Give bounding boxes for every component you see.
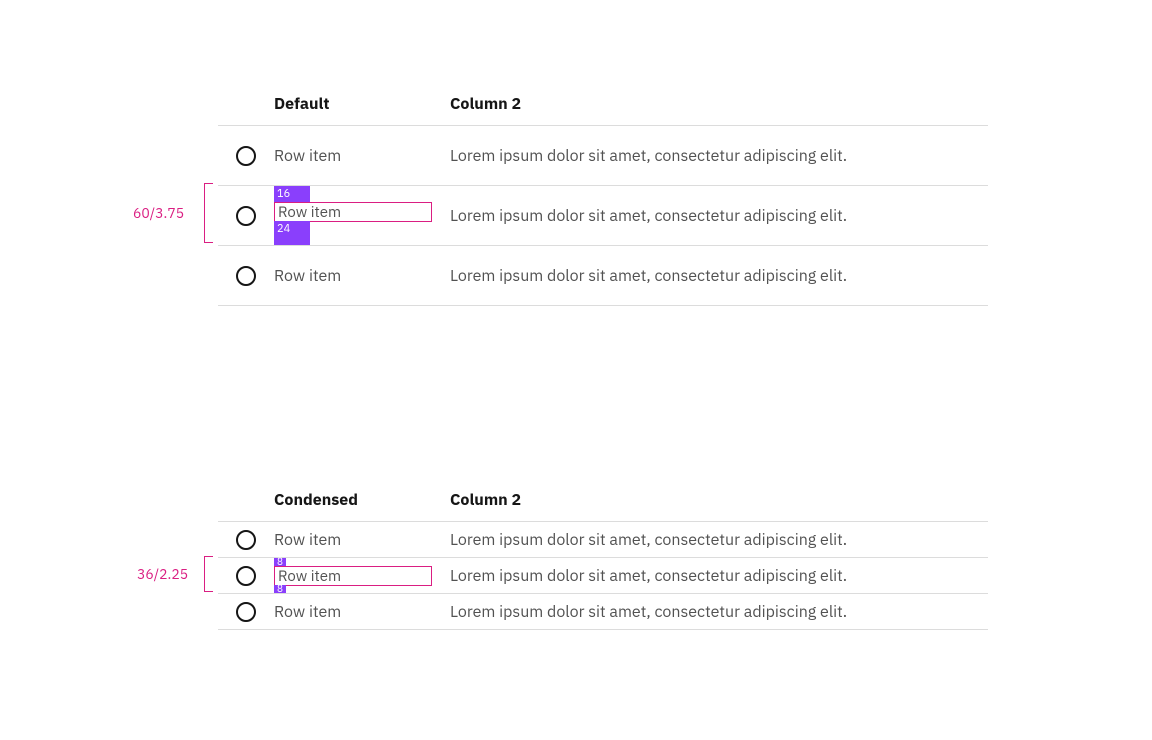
table-row: Row item Lorem ipsum dolor sit amet, con…	[218, 246, 988, 306]
radio-icon[interactable]	[236, 530, 256, 550]
table-row-annotated: 8 Row item 8 Lorem ipsum dolor sit amet,…	[218, 558, 988, 594]
row-item-label: Row item	[274, 602, 341, 622]
radio-icon[interactable]	[236, 146, 256, 166]
table-row: Row item Lorem ipsum dolor sit amet, con…	[218, 126, 988, 186]
table-header-row: Default Column 2	[218, 94, 988, 126]
header-col-1: Condensed	[274, 490, 450, 510]
spec-padding-top-badge: 16	[274, 186, 310, 202]
row-desc: Lorem ipsum dolor sit amet, consectetur …	[450, 602, 988, 622]
radio-icon[interactable]	[236, 602, 256, 622]
table-row: Row item Lorem ipsum dolor sit amet, con…	[218, 522, 988, 558]
row-item-label: Row item	[274, 266, 341, 286]
spec-row-height-label: 36/2.25	[137, 565, 188, 583]
table-header-row: Condensed Column 2	[218, 490, 988, 522]
header-col-2: Column 2	[450, 94, 988, 114]
spec-bracket-icon	[204, 556, 205, 592]
spec-bracket-icon	[204, 183, 205, 243]
spec-padding-top-badge: 8	[274, 558, 286, 566]
table-row: Row item Lorem ipsum dolor sit amet, con…	[218, 594, 988, 630]
row-item-label: Row item	[274, 530, 341, 550]
spec-padding-bottom-badge: 24	[274, 221, 310, 245]
radio-icon[interactable]	[236, 566, 256, 586]
row-desc: Lorem ipsum dolor sit amet, consectetur …	[450, 146, 988, 166]
table-row-annotated: 16 Row item 24 Lorem ipsum dolor sit ame…	[218, 186, 988, 246]
row-desc: Lorem ipsum dolor sit amet, consectetur …	[450, 530, 988, 550]
spec-padding-bottom-badge: 8	[274, 585, 286, 593]
row-desc: Lorem ipsum dolor sit amet, consectetur …	[450, 566, 988, 586]
header-col-1: Default	[274, 94, 450, 114]
default-table: Default Column 2 Row item Lorem ipsum do…	[218, 94, 988, 306]
condensed-table: Condensed Column 2 Row item Lorem ipsum …	[218, 490, 988, 630]
row-desc: Lorem ipsum dolor sit amet, consectetur …	[450, 206, 988, 226]
spec-text-outline: Row item	[274, 566, 432, 586]
row-item-label: Row item	[274, 146, 341, 166]
spec-row-height-label: 60/3.75	[133, 204, 184, 222]
radio-icon[interactable]	[236, 266, 256, 286]
spec-text-outline: Row item	[274, 202, 432, 222]
radio-icon[interactable]	[236, 206, 256, 226]
header-col-2: Column 2	[450, 490, 988, 510]
row-desc: Lorem ipsum dolor sit amet, consectetur …	[450, 266, 988, 286]
